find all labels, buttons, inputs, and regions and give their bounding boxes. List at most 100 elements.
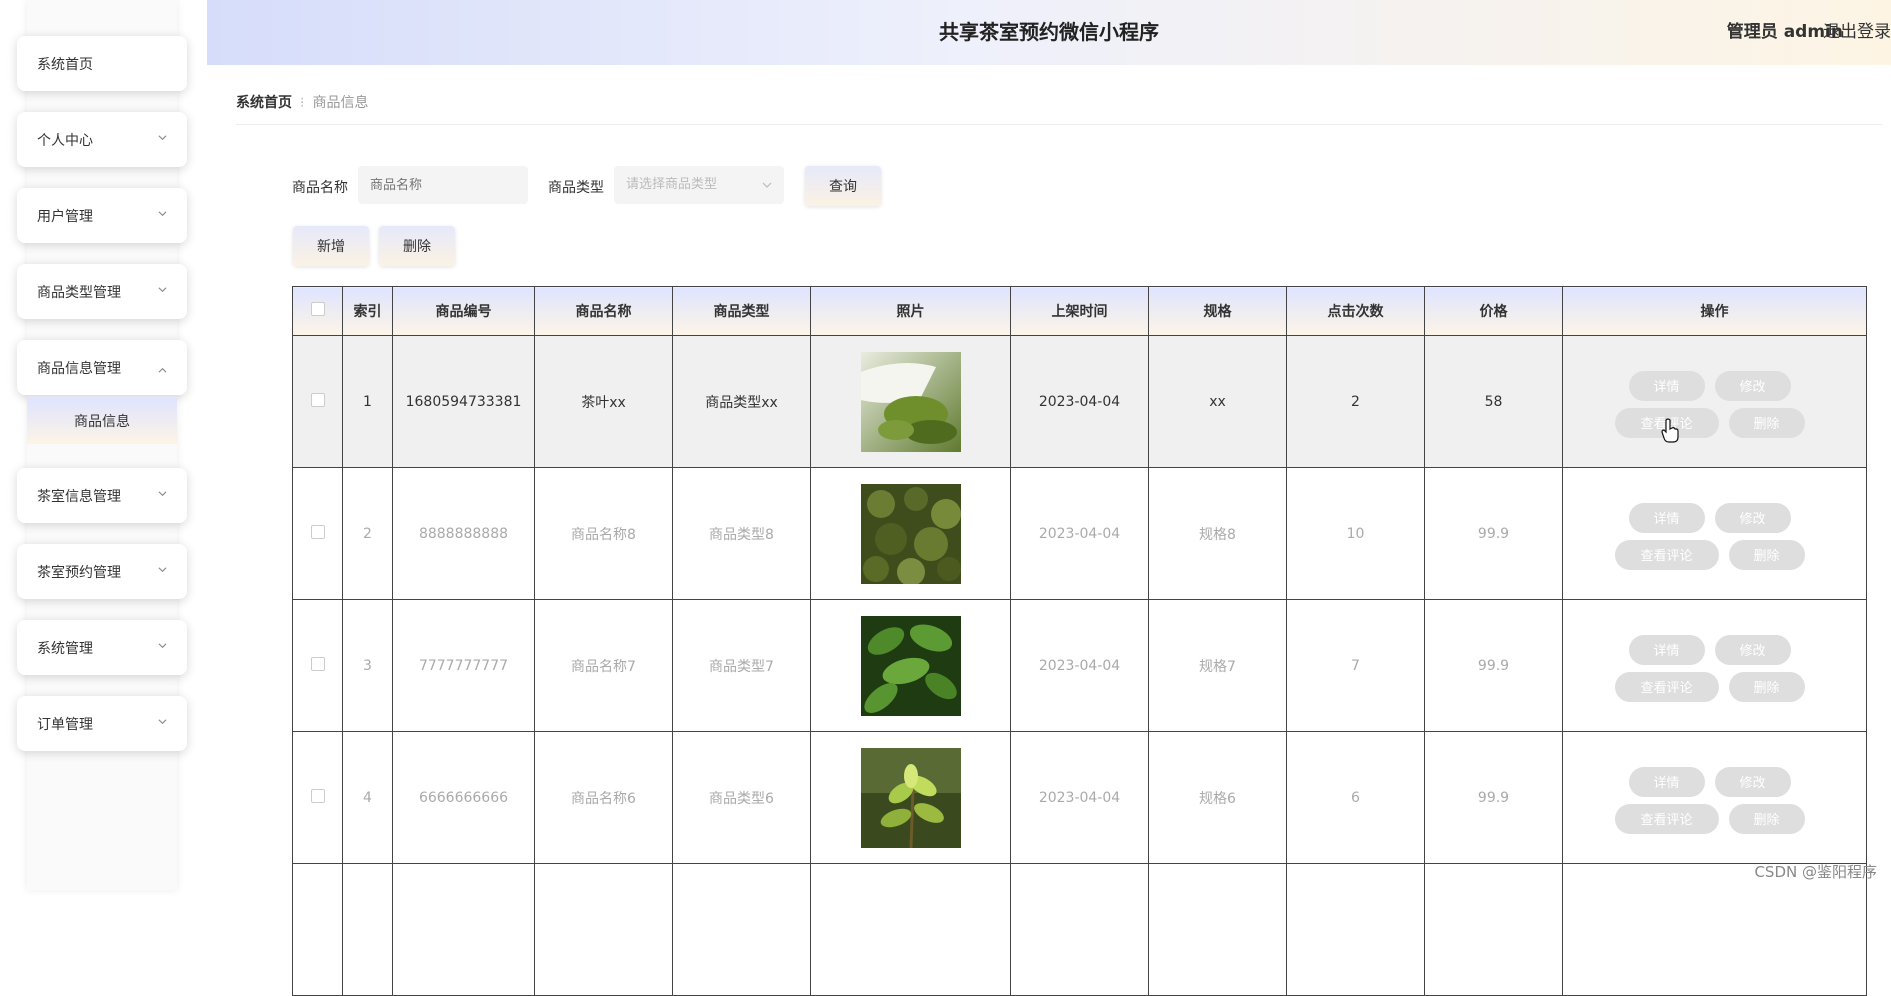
column-header: 商品名称 (534, 286, 673, 336)
row-select-cell (292, 467, 343, 600)
product-type-select[interactable]: 请选择商品类型 (614, 166, 784, 204)
submenu-item-product-info[interactable]: 商品信息 (27, 398, 177, 444)
cell-clicks: 7 (1286, 599, 1425, 732)
query-button[interactable]: 查询 (805, 166, 881, 206)
sidebar-item-product-types[interactable]: 商品类型管理 (17, 264, 187, 319)
delete-button[interactable]: 删除 (1728, 539, 1805, 570)
cell-code: 1680594733381 (392, 335, 535, 468)
column-header: 规格 (1148, 286, 1287, 336)
sidebar-item-product-info[interactable]: 商品信息管理 (17, 340, 187, 395)
sidebar-item-system[interactable]: 系统管理 (17, 620, 187, 675)
cell-photo (810, 731, 1011, 864)
cell-price: 99.9 (1424, 731, 1563, 864)
sidebar-item-home[interactable]: 系统首页 (17, 36, 187, 91)
breadcrumb-separator: ⁝ (300, 95, 305, 111)
chevron-down-icon (158, 566, 167, 572)
cell-type: 商品类型6 (672, 731, 811, 864)
view-reviews-button[interactable]: 查看评论 (1614, 539, 1719, 570)
cell-index: 2 (342, 467, 393, 600)
table-header-row: 索引 商品编号 商品名称 商品类型 照片 上架时间 规格 点击次数 价格 操作 (292, 286, 1867, 336)
delete-button[interactable]: 删除 (1728, 407, 1805, 438)
chevron-down-icon (158, 134, 167, 140)
cell-empty (1010, 863, 1149, 996)
detail-button[interactable]: 详情 (1628, 370, 1705, 401)
cell-name: 商品名称7 (534, 599, 673, 732)
sidebar-item-label: 茶室预约管理 (37, 564, 121, 581)
cell-spec: 规格6 (1148, 731, 1287, 864)
breadcrumb: 系统首页 ⁝ 商品信息 (236, 92, 1882, 125)
table-row: 4 6666666666 商品名称6 商品类型6 2023-04-04 规格6 … (292, 731, 1867, 864)
column-header: 商品类型 (672, 286, 811, 336)
delete-button[interactable]: 删除 (1728, 671, 1805, 702)
cell-empty (1424, 863, 1563, 996)
detail-button[interactable]: 详情 (1628, 634, 1705, 665)
cell-spec: 规格8 (1148, 467, 1287, 600)
edit-button[interactable]: 修改 (1714, 370, 1791, 401)
sidebar-item-tearoom-booking[interactable]: 茶室预约管理 (17, 544, 187, 599)
product-name-input[interactable] (358, 166, 528, 204)
row-select-cell (292, 863, 343, 996)
cell-photo (810, 335, 1011, 468)
table-row (292, 863, 1867, 996)
hand-pointer-icon (1661, 418, 1679, 443)
column-header: 价格 (1424, 286, 1563, 336)
cell-index: 1 (342, 335, 393, 468)
edit-button[interactable]: 修改 (1714, 634, 1791, 665)
row-checkbox[interactable] (310, 524, 325, 539)
logout-link[interactable]: 退出登录 (1823, 0, 1891, 65)
submenu-item-label: 商品信息 (74, 414, 130, 430)
cell-empty (1286, 863, 1425, 996)
edit-button[interactable]: 修改 (1714, 502, 1791, 533)
cell-actions: 详情 修改 查看评论 删除 (1562, 467, 1867, 600)
sidebar-item-label: 系统管理 (37, 640, 93, 657)
cell-name: 商品名称8 (534, 467, 673, 600)
select-all-cell (292, 286, 343, 336)
cell-spec: xx (1148, 335, 1287, 468)
sidebar-item-label: 用户管理 (37, 208, 93, 225)
cell-date: 2023-04-04 (1010, 731, 1149, 864)
row-checkbox[interactable] (310, 788, 325, 803)
cell-actions: 详情 修改 查看评论 删除 (1562, 335, 1867, 468)
edit-button[interactable]: 修改 (1714, 766, 1791, 797)
cell-name: 茶叶xx (534, 335, 673, 468)
row-select-cell (292, 731, 343, 864)
cell-empty (342, 863, 393, 996)
product-type-label: 商品类型 (548, 180, 604, 196)
sidebar-item-orders[interactable]: 订单管理 (17, 696, 187, 751)
detail-button[interactable]: 详情 (1628, 502, 1705, 533)
table-row: 1 1680594733381 茶叶xx 商品类型xx 2023-04-04 x… (292, 335, 1867, 468)
cell-clicks: 2 (1286, 335, 1425, 468)
add-button[interactable]: 新增 (293, 226, 369, 266)
column-header: 索引 (342, 286, 393, 336)
watermark: CSDN @鉴阳程序 (1754, 863, 1877, 881)
chevron-down-icon (158, 490, 167, 496)
cell-index: 4 (342, 731, 393, 864)
product-photo (860, 615, 961, 716)
cell-price: 99.9 (1424, 467, 1563, 600)
bulk-delete-button[interactable]: 删除 (379, 226, 455, 266)
product-type-placeholder: 请选择商品类型 (626, 177, 718, 192)
column-header: 上架时间 (1010, 286, 1149, 336)
row-actions: 详情 修改 查看评论 删除 (1614, 493, 1815, 575)
row-checkbox[interactable] (310, 392, 325, 407)
cell-actions: 详情 修改 查看评论 删除 (1562, 731, 1867, 864)
sidebar-item-label: 商品信息管理 (37, 360, 121, 377)
chevron-down-icon (158, 286, 167, 292)
cell-type: 商品类型7 (672, 599, 811, 732)
sidebar-item-tearoom-info[interactable]: 茶室信息管理 (17, 468, 187, 523)
view-reviews-button[interactable]: 查看评论 (1614, 671, 1719, 702)
app-title: 共享茶室预约微信小程序 (939, 20, 1159, 44)
delete-button[interactable]: 删除 (1728, 803, 1805, 834)
view-reviews-button[interactable]: 查看评论 (1614, 803, 1719, 834)
sidebar-item-users[interactable]: 用户管理 (17, 188, 187, 243)
sidebar-item-label: 商品类型管理 (37, 284, 121, 301)
chevron-down-icon (158, 718, 167, 724)
row-checkbox[interactable] (310, 656, 325, 671)
select-all-checkbox[interactable] (310, 302, 325, 316)
cell-empty (1148, 863, 1287, 996)
sidebar-item-profile[interactable]: 个人中心 (17, 112, 187, 167)
cell-index: 3 (342, 599, 393, 732)
detail-button[interactable]: 详情 (1628, 766, 1705, 797)
table-row: 3 7777777777 商品名称7 商品类型7 2023-04-04 规格7 … (292, 599, 1867, 732)
breadcrumb-home[interactable]: 系统首页 (236, 95, 292, 111)
